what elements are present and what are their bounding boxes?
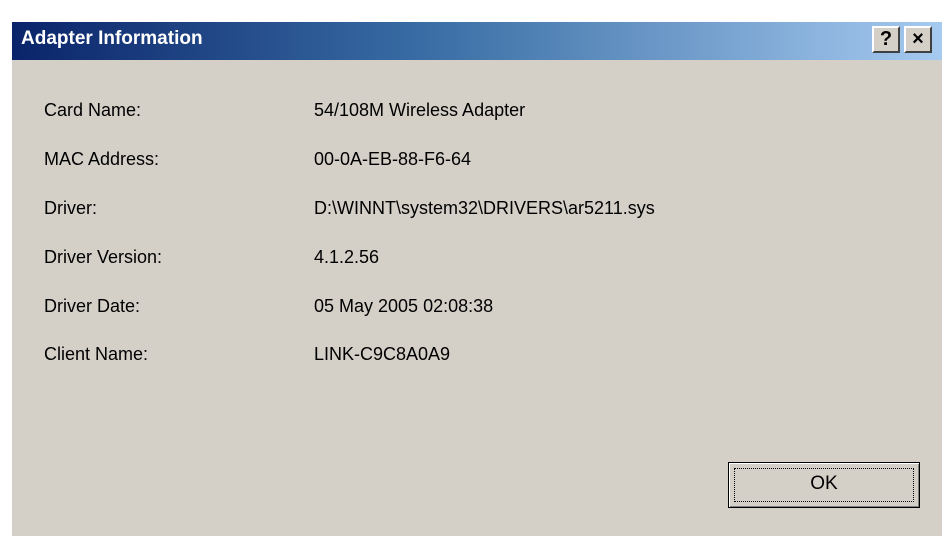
help-button[interactable]: ? xyxy=(872,26,900,53)
mac-address-value: 00-0A-EB-88-F6-64 xyxy=(314,149,472,169)
adapter-information-dialog: Adapter Information ? × Card Name: 54/10… xyxy=(10,20,942,536)
mac-address-label: MAC Address: xyxy=(44,149,160,169)
card-name-value: 54/108M Wireless Adapter xyxy=(314,100,526,120)
driver-date-value: 05 May 2005 02:08:38 xyxy=(314,296,494,316)
card-name-label: Card Name: xyxy=(44,100,142,120)
client-name-label: Client Name: xyxy=(44,344,149,364)
driver-version-value: 4.1.2.56 xyxy=(314,247,380,267)
driver-value: D:\WINNT\system32\DRIVERS\ar5211.sys xyxy=(314,198,655,218)
ok-button-label: OK xyxy=(810,473,838,494)
ok-button[interactable]: OK xyxy=(728,462,920,508)
driver-version-label: Driver Version: xyxy=(44,247,163,267)
driver-label: Driver: xyxy=(44,198,97,218)
window-title: Adapter Information xyxy=(21,28,203,49)
title-bar[interactable]: Adapter Information ? × xyxy=(12,22,942,60)
client-name-value: LINK-C9C8A0A9 xyxy=(314,344,451,364)
driver-date-label: Driver Date: xyxy=(44,296,141,316)
close-button[interactable]: × xyxy=(904,26,932,53)
